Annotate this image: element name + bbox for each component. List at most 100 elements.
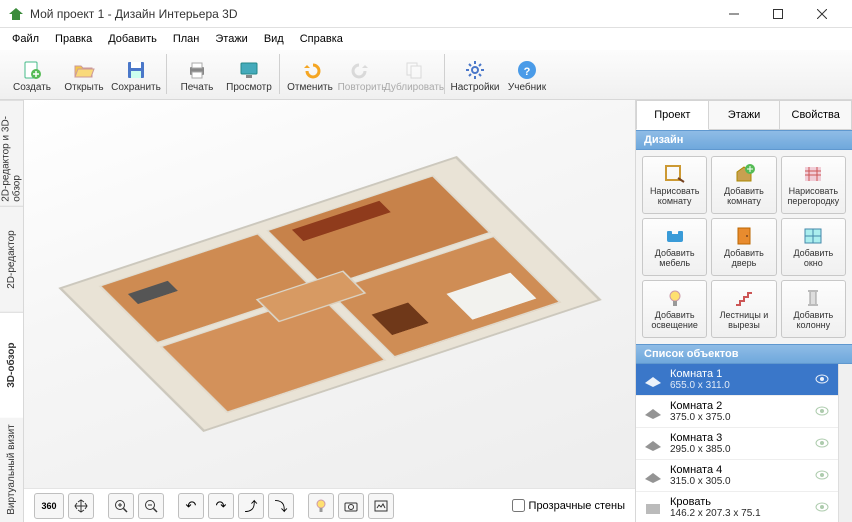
side-tab-virtual[interactable]: Виртуальный визит [0,417,23,522]
object-type-icon [642,369,664,391]
right-panel: Проект Этажи Свойства Дизайн Нарисовать … [636,100,852,522]
visibility-toggle-icon[interactable] [814,467,832,485]
object-type-icon [642,465,664,487]
design-header: Дизайн [636,130,852,150]
menu-view[interactable]: Вид [256,31,292,47]
design-add-column-button[interactable]: Добавить колонну [781,280,846,338]
redo-icon [349,58,375,82]
add-light-icon [663,287,687,309]
design-add-furniture-button[interactable]: Добавить мебель [642,218,707,276]
main-toolbar: Создать Открыть Сохранить Печать Просмот… [0,50,852,100]
add-furniture-icon [663,225,687,247]
tilt-down-button[interactable]: ⤵ [268,493,294,519]
window-title: Мой проект 1 - Дизайн Интерьера 3D [30,7,712,21]
design-stairs-button[interactable]: Лестницы и вырезы [711,280,776,338]
add-room-icon [732,163,756,185]
duplicate-button[interactable]: Дублировать [388,52,440,98]
object-row[interactable]: Комната 1655.0 x 311.0 [636,364,838,396]
zoom-in-button[interactable] [108,493,134,519]
redo-button[interactable]: Повторить [336,52,388,98]
toolbar-separator [279,54,280,94]
design-draw-partition-button[interactable]: Нарисовать перегородку [781,156,846,214]
orbit-360-button[interactable]: 360 [34,493,64,519]
object-type-icon [642,401,664,423]
save-button[interactable]: Сохранить [110,52,162,98]
camera-button[interactable] [338,493,364,519]
app-icon [8,6,24,22]
draw-partition-icon [801,163,825,185]
rotate-cw-button[interactable]: ↷ [208,493,234,519]
scrollbar[interactable] [838,364,852,522]
side-tab-2d[interactable]: 2D-редактор [0,206,23,312]
open-button[interactable]: Открыть [58,52,110,98]
toolbar-separator [166,54,167,94]
pan-button[interactable] [68,493,94,519]
object-row[interactable]: Комната 4315.0 x 305.0 [636,460,838,492]
menu-plan[interactable]: План [165,31,208,47]
svg-text:?: ? [524,66,531,78]
tab-floors[interactable]: Этажи [709,100,781,130]
settings-button[interactable]: Настройки [449,52,501,98]
object-type-icon [642,433,664,455]
add-door-icon [732,225,756,247]
new-file-icon [19,58,45,82]
tab-properties[interactable]: Свойства [780,100,852,130]
zoom-out-button[interactable] [138,493,164,519]
side-tab-3d[interactable]: 3D-обзор [0,312,23,418]
duplicate-icon [401,58,427,82]
tilt-up-button[interactable]: ⤴ [238,493,264,519]
new-button[interactable]: Создать [6,52,58,98]
menu-help[interactable]: Справка [292,31,351,47]
object-row[interactable]: Комната 2375.0 x 375.0 [636,396,838,428]
rotate-ccw-button[interactable]: ↶ [178,493,204,519]
menu-add[interactable]: Добавить [100,31,165,47]
draw-room-icon [663,163,687,185]
visibility-toggle-icon[interactable] [814,435,832,453]
maximize-button[interactable] [756,0,800,28]
undo-button[interactable]: Отменить [284,52,336,98]
visibility-toggle-icon[interactable] [814,403,832,421]
add-column-icon [801,287,825,309]
menu-file[interactable]: Файл [4,31,47,47]
design-draw-room-button[interactable]: Нарисовать комнату [642,156,707,214]
menu-floors[interactable]: Этажи [207,31,255,47]
object-type-icon [642,497,664,519]
view-toolbar: 360 ↶ ↷ ⤴ ⤵ Прозрачные стены [24,488,635,522]
gear-icon [462,58,488,82]
add-window-icon [801,225,825,247]
undo-icon [297,58,323,82]
toolbar-separator [444,54,445,94]
monitor-icon [236,58,262,82]
design-add-room-button[interactable]: Добавить комнату [711,156,776,214]
preview-button[interactable]: Просмотр [223,52,275,98]
folder-open-icon [71,58,97,82]
viewport: 360 ↶ ↷ ⤴ ⤵ Прозрачные стены [24,100,636,522]
design-grid: Нарисовать комнатуДобавить комнатуНарисо… [636,150,852,344]
visibility-toggle-icon[interactable] [814,371,832,389]
object-row[interactable]: Комната 3295.0 x 385.0 [636,428,838,460]
help-icon: ? [514,58,540,82]
save-icon [123,58,149,82]
design-add-door-button[interactable]: Добавить дверь [711,218,776,276]
objects-header: Список объектов [636,344,852,364]
light-button[interactable] [308,493,334,519]
side-tabs: 2D-редактор и 3D-обзор 2D-редактор 3D-об… [0,100,24,522]
visibility-toggle-icon[interactable] [814,499,832,517]
side-tab-2d-3d[interactable]: 2D-редактор и 3D-обзор [0,100,23,206]
menubar: Файл Правка Добавить План Этажи Вид Спра… [0,28,852,50]
menu-edit[interactable]: Правка [47,31,100,47]
print-button[interactable]: Печать [171,52,223,98]
screenshot-button[interactable] [368,493,394,519]
titlebar: Мой проект 1 - Дизайн Интерьера 3D [0,0,852,28]
design-add-window-button[interactable]: Добавить окно [781,218,846,276]
tutorial-button[interactable]: ? Учебник [501,52,553,98]
transparent-walls-checkbox[interactable]: Прозрачные стены [512,499,625,512]
tab-project[interactable]: Проект [636,100,709,130]
object-list: Комната 1655.0 x 311.0Комната 2375.0 x 3… [636,364,838,522]
design-add-light-button[interactable]: Добавить освещение [642,280,707,338]
3d-scene[interactable] [24,100,635,488]
object-row[interactable]: Кровать146.2 x 207.3 x 75.1 [636,492,838,522]
stairs-icon [732,287,756,309]
minimize-button[interactable] [712,0,756,28]
close-button[interactable] [800,0,844,28]
